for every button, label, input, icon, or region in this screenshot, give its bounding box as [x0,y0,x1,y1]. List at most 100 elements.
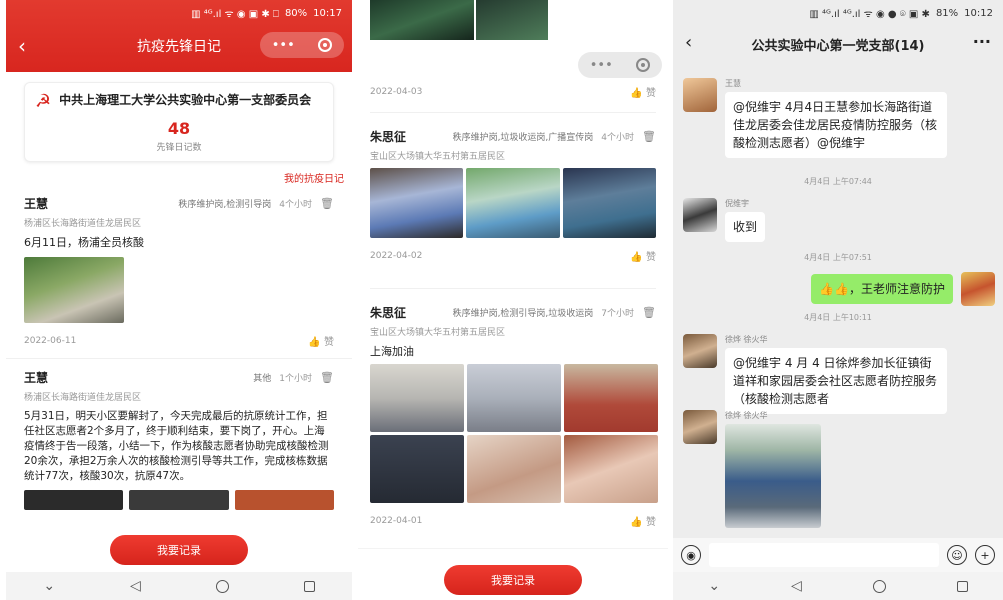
more-dots-icon[interactable]: ··· [973,32,991,51]
diary-count: 48 [167,119,191,138]
phone-diary-home: ▥ ⁴ᴳ.ıl ᯤ ◉ ▣ ✱ ⎕ 80% 10:17 ‹ 抗疫先锋日记 •••… [6,0,352,600]
post-text: 6月11日，杨浦全员核酸 [24,236,144,249]
party-emblem-icon: ☭ [35,91,52,112]
message-bubble[interactable]: @倪维宇 4 月 4 日徐烨参加长征镇街道祥和家园居委会社区志愿者防控服务（核酸… [725,348,947,414]
app-header: ▥ ⁴ᴳ.ıl ᯤ ◉ ▣ ✱ ⎕ 80% 10:17 ‹ 抗疫先锋日记 ••• [6,0,352,72]
post-photo[interactable] [370,364,464,432]
close-target-icon[interactable] [636,58,651,72]
battery-level: 80% [284,7,308,19]
post-photo[interactable] [467,435,561,503]
post-address: 宝山区大场镇大华五村第五居民区 [370,152,506,162]
voice-icon[interactable]: ◉ [681,545,701,565]
chevron-down-icon[interactable]: ⌄ [708,578,720,594]
plus-icon[interactable]: + [975,545,995,565]
record-button[interactable]: 我要记录 [110,535,248,565]
trash-icon[interactable]: 🗑 [320,371,334,384]
like-button[interactable]: 👍 赞 [308,333,334,348]
my-diary-link[interactable]: 我的抗疫日记 [6,162,352,185]
post-time: 1个小时 [279,374,313,384]
chevron-down-icon[interactable]: ⌄ [43,578,55,594]
post-footer: 2022-04-03 👍 赞 [370,74,656,109]
avatar[interactable] [683,334,717,368]
status-icons: ▥ ⁴ᴳ.ıl ⁴ᴳ.ıl ᯤ ◉ ● ⌾ ▣ ✱ [809,9,930,20]
post-photo[interactable] [24,257,124,323]
trash-icon[interactable]: 🗑 [642,130,656,143]
nav-recents-icon[interactable] [956,580,968,592]
system-nav-bar: ⌄ ◁ [6,572,352,600]
like-label: 赞 [646,252,656,263]
post-date: 2022-06-11 [24,335,77,346]
chat-timestamp: 4月4日 上午10:11 [804,313,872,322]
message-photo[interactable] [725,424,821,528]
nav-home-icon[interactable] [872,579,886,593]
post-time: 7个小时 [601,309,635,319]
post-photo[interactable] [466,168,560,238]
message-bubble[interactable]: 👍👍，王老师注意防护 [811,274,953,304]
message-bubble[interactable]: 收到 [725,212,766,242]
back-arrow-icon[interactable]: ‹ [18,34,26,58]
more-dots-icon[interactable]: ••• [272,38,295,53]
chat-timestamp: 4月4日 上午07:44 [804,177,872,186]
divider [370,288,656,289]
chat-message-self: 👍👍，王老师注意防护 [811,272,995,306]
status-icons: ▥ ⁴ᴳ.ıl ᯤ ◉ ▣ ✱ ⎕ [191,9,279,20]
post-photo[interactable] [370,0,474,40]
post-tags: 秩序维护岗,垃圾收运岗,广播宣传岗 [452,133,594,143]
avatar[interactable] [683,198,717,232]
post-photo[interactable] [370,435,464,503]
avatar[interactable] [961,272,995,306]
like-button[interactable]: 👍 赞 [630,84,656,99]
post-photo[interactable] [562,168,656,238]
avatar[interactable] [683,410,717,444]
diary-post: 王慧 其他 1个小时 🗑 杨浦区长海路街道佳龙居民区 5月31日，明天小区要解封… [6,359,352,510]
nav-recents-icon[interactable] [303,580,315,592]
message-input[interactable] [709,543,939,567]
status-time: 10:17 [313,7,342,19]
status-bar: ▥ ⁴ᴳ.ıl ⁴ᴳ.ıl ᯤ ◉ ● ⌾ ▣ ✱ 81% 10:12 [673,0,1003,26]
post-photo[interactable] [129,490,229,510]
nav-back-icon[interactable]: ◁ [791,578,802,594]
phone-diary-list: ••• 2022-04-03 👍 赞 朱思征 秩序维护岗,垃圾收运岗,广播宣传岗… [358,0,668,600]
chat-header: ‹ 公共实验中心第一党支部(14) ··· [673,26,1003,62]
post-time: 4个小时 [279,200,313,210]
mini-program-capsule[interactable]: ••• [260,32,344,58]
post-photo[interactable] [370,168,464,238]
avatar[interactable] [683,78,717,112]
more-dots-icon[interactable]: ••• [590,58,613,73]
phone-wechat-group: ▥ ⁴ᴳ.ıl ⁴ᴳ.ıl ᯤ ◉ ● ⌾ ▣ ✱ 81% 10:12 ‹ 公共… [673,0,1003,600]
trash-icon[interactable]: 🗑 [642,306,656,319]
post-photo[interactable] [24,490,124,510]
sender-name: 徐烨 徐火华 [725,411,768,420]
nav-back-icon[interactable]: ◁ [130,578,141,594]
like-button[interactable]: 👍 赞 [630,513,656,528]
post-text: 上海加油 [370,345,414,358]
divider [370,112,656,113]
post-photo[interactable] [476,0,548,40]
post-text: 5月31日，明天小区要解封了，今天完成最后的抗原统计工作，担任社区志愿者2个多月… [24,410,329,482]
author-name: 朱思征 [370,130,407,144]
record-button[interactable]: 我要记录 [444,565,582,595]
like-button[interactable]: 👍 赞 [630,248,656,263]
post-date: 2022-04-03 [370,86,423,97]
post-photo[interactable] [467,364,561,432]
post-photo[interactable] [234,490,334,510]
message-bubble[interactable]: @倪维宇 4月4日王慧参加长海路街道佳龙居委会佳龙居民疫情防控服务（核酸检测志愿… [725,92,947,158]
post-photo[interactable] [564,364,658,432]
sender-name: 王慧 [725,79,741,88]
post-tags: 秩序维护岗,检测引导岗,垃圾收运岗 [452,309,594,319]
post-photo[interactable] [564,435,658,503]
nav-home-icon[interactable] [215,579,229,593]
diary-count-label: 先锋日记数 [156,143,202,153]
sender-name: 徐烨 徐火华 [725,335,768,344]
bottom-bar: 我要记录 [358,548,668,600]
post-tags: 其他 [253,374,272,384]
back-arrow-icon[interactable]: ‹ [685,32,692,53]
org-name: 中共上海理工大学公共实验中心第一支部委员会 [59,93,312,107]
like-label: 赞 [646,88,656,99]
trash-icon[interactable]: 🗑 [320,197,334,210]
author-name: 王慧 [24,197,49,211]
diary-post: 朱思征 秩序维护岗,垃圾收运岗,广播宣传岗 4个小时 🗑 宝山区大场镇大华五村第… [358,128,668,273]
emoji-icon[interactable]: ☺ [947,545,967,565]
post-date: 2022-04-01 [370,515,423,526]
close-target-icon[interactable] [318,38,333,52]
